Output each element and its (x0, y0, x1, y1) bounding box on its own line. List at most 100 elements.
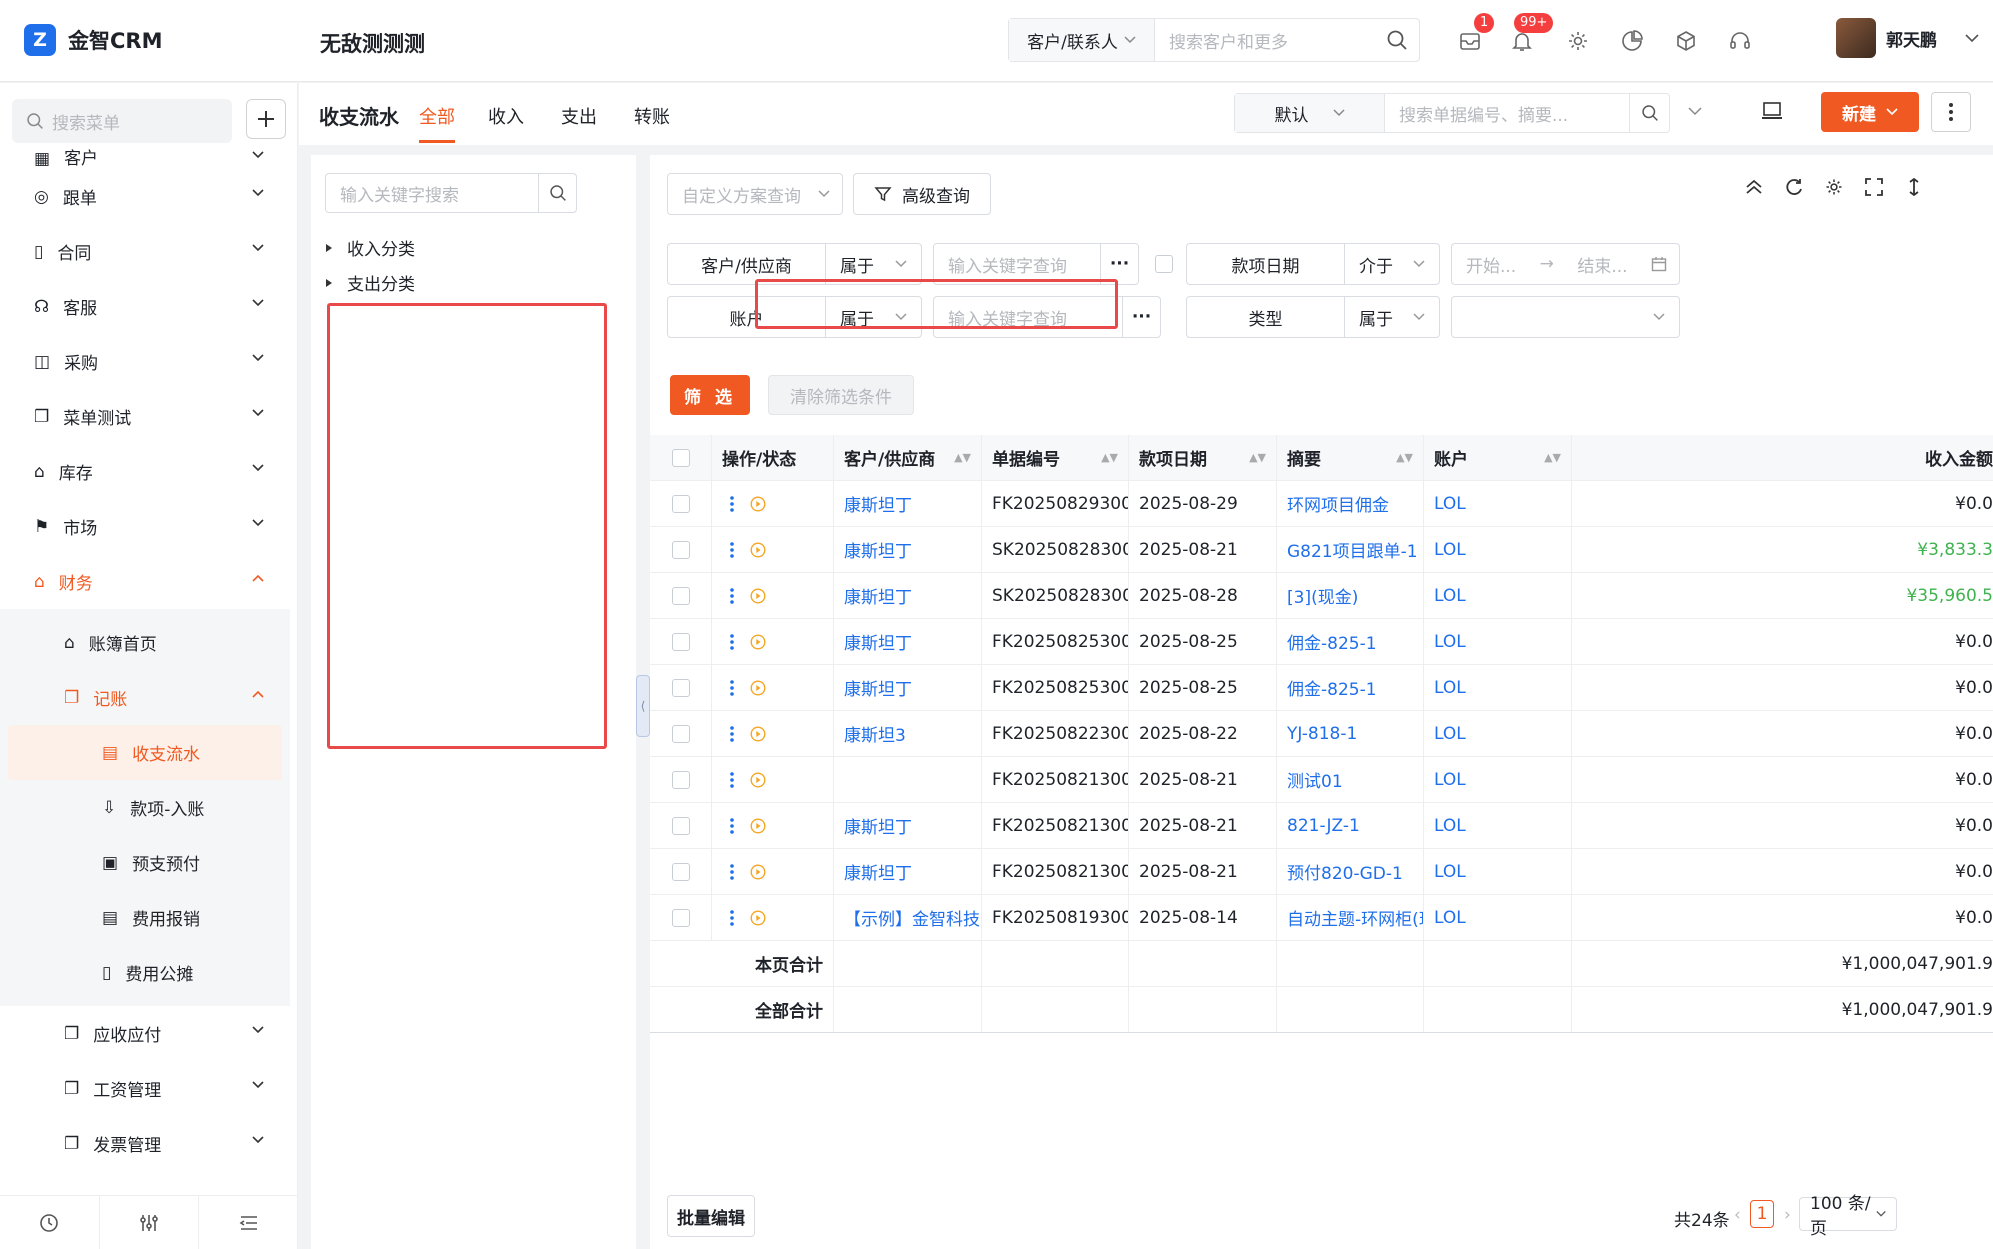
sidebar-item-finance[interactable]: ⌂ 财务 (0, 554, 290, 609)
tree-search-input[interactable]: 输入关键字搜索 (326, 181, 538, 206)
headset-icon[interactable] (1726, 27, 1754, 55)
search-scope-select[interactable]: 客户/联系人 (1009, 19, 1155, 61)
refresh-icon[interactable] (1784, 177, 1804, 197)
col-header-account[interactable]: 账户 ▲▼ (1424, 435, 1572, 480)
sidebar-item-income-expense-flow[interactable]: ▤ 收支流水 (8, 725, 282, 780)
user-menu[interactable]: 郭天鹏 (1836, 18, 1979, 58)
col-header-summary[interactable]: 摘要 ▲▼ (1277, 435, 1424, 480)
task-icon[interactable]: 1 (1456, 13, 1495, 55)
settings-sliders-icon[interactable] (100, 1196, 200, 1249)
gear-icon[interactable] (1824, 177, 1844, 197)
collapse-menu-icon[interactable] (199, 1196, 297, 1249)
next-page-icon[interactable]: › (1784, 1205, 1791, 1225)
customer-cell[interactable]: 康斯坦丁 (834, 849, 982, 894)
row-height-icon[interactable] (1904, 177, 1924, 197)
status-play-icon[interactable] (750, 495, 766, 512)
more-vertical-icon[interactable] (730, 541, 734, 558)
table-row[interactable]: 康斯坦3 FK202508223001 2025-08-22 YJ-818-1 LOL ¥… (650, 711, 1993, 757)
sidebar-item-market[interactable]: ⚑ 市场 (0, 499, 290, 554)
account-cell[interactable]: LOL (1424, 757, 1572, 802)
account-cell[interactable]: LOL (1424, 527, 1572, 572)
tab-all[interactable]: 全部 (419, 103, 455, 143)
sidebar-item-expense-claim[interactable]: ▤ 费用报销 (8, 890, 282, 945)
account-cell[interactable]: LOL (1424, 573, 1572, 618)
customer-cell[interactable]: 康斯坦3 (834, 711, 982, 756)
tree-node-expense-category[interactable]: 支出分类 (325, 270, 415, 295)
row-checkbox[interactable] (671, 724, 690, 743)
global-search-input[interactable]: 搜索客户和更多 (1155, 28, 1375, 53)
bell-icon[interactable]: 99+ (1508, 13, 1554, 55)
date-range-picker[interactable]: 开始... → 结束... (1451, 243, 1680, 285)
advanced-query-button[interactable]: 高级查询 (853, 173, 991, 215)
customer-cell[interactable]: 康斯坦丁 (834, 803, 982, 848)
sidebar-item-invoice[interactable]: ❐ 发票管理 (0, 1116, 290, 1171)
type-value-select[interactable] (1451, 296, 1680, 338)
current-page-button[interactable]: 1 (1750, 1200, 1774, 1228)
more-vertical-icon[interactable] (730, 725, 734, 742)
add-menu-button[interactable] (246, 99, 286, 139)
document-search-input[interactable]: 搜索单据编号、摘要... (1385, 101, 1629, 126)
summary-cell[interactable]: 测试01 (1277, 757, 1424, 802)
sidebar-item-inventory[interactable]: ⌂ 库存 (0, 444, 290, 499)
status-play-icon[interactable] (750, 725, 766, 742)
company-name[interactable]: 无敌测测测 (320, 28, 425, 58)
account-cell[interactable]: LOL (1424, 711, 1572, 756)
select-all-checkbox[interactable] (671, 448, 690, 467)
batch-edit-button[interactable]: 批量编辑 (667, 1195, 755, 1237)
col-header-doc[interactable]: 单据编号 ▲▼ (982, 435, 1129, 480)
tab-expense[interactable]: 支出 (561, 103, 597, 129)
summary-cell[interactable]: 自动主题-环网柜(现... (1277, 895, 1424, 940)
sidebar-item-bookkeeping[interactable]: ❐ 记账 (0, 670, 290, 725)
status-play-icon[interactable] (750, 587, 766, 604)
customer-cell[interactable] (834, 757, 982, 802)
cube-icon[interactable] (1672, 27, 1700, 55)
table-row[interactable]: 康斯坦丁 FK202508293001 2025-08-29 环网项目佣金 LOL ¥0.… (650, 481, 1993, 527)
row-checkbox[interactable] (671, 770, 690, 789)
new-button[interactable]: 新建 (1821, 92, 1919, 132)
report-pie-icon[interactable] (1618, 27, 1646, 55)
customer-cell[interactable]: 【示例】金智科技... (834, 895, 982, 940)
search-icon[interactable] (1629, 94, 1669, 132)
app-logo[interactable]: Z 金智CRM (24, 24, 162, 56)
more-vertical-icon[interactable] (730, 587, 734, 604)
gear-icon[interactable] (1564, 27, 1592, 55)
table-row[interactable]: 【示例】金智科技... FK202508193001 2025-08-14 自动主题-… (650, 895, 1993, 941)
customer-cell[interactable]: 康斯坦丁 (834, 665, 982, 710)
account-cell[interactable]: LOL (1424, 895, 1572, 940)
more-vertical-icon[interactable] (730, 909, 734, 926)
status-play-icon[interactable] (750, 909, 766, 926)
row-checkbox[interactable] (671, 816, 690, 835)
more-vertical-icon[interactable] (730, 817, 734, 834)
more-options-button[interactable] (1931, 92, 1971, 132)
sidebar-item-service[interactable]: ☊ 客服 (0, 279, 290, 334)
search-icon[interactable] (1375, 29, 1419, 51)
view-select[interactable]: 默认 (1235, 94, 1385, 132)
status-play-icon[interactable] (750, 633, 766, 650)
sidebar-item-customer[interactable]: ▦ 客户 (0, 141, 290, 169)
panel-collapse-handle[interactable]: ⟨ (636, 675, 650, 737)
table-row[interactable]: 康斯坦丁 SK202508283001 2025-08-28 [3](现金) LOL ¥3… (650, 573, 1993, 619)
custom-query-select[interactable]: 自定义方案查询 (667, 173, 843, 215)
fullscreen-icon[interactable] (1864, 177, 1884, 197)
account-cell[interactable]: LOL (1424, 619, 1572, 664)
customer-cell[interactable]: 康斯坦丁 (834, 527, 982, 572)
table-row[interactable]: 康斯坦丁 FK202508253001 2025-08-25 佣金-825-1 LOL ¥… (650, 665, 1993, 711)
status-play-icon[interactable] (750, 771, 766, 788)
status-play-icon[interactable] (750, 541, 766, 558)
customer-cell[interactable]: 康斯坦丁 (834, 619, 982, 664)
summary-cell[interactable]: YJ-818-1 (1277, 711, 1424, 756)
sidebar-item-follow[interactable]: ◎ 跟单 (0, 169, 290, 224)
tab-income[interactable]: 收入 (488, 103, 524, 129)
collapse-up-icon[interactable] (1744, 177, 1764, 197)
sidebar-item-payroll[interactable]: ❐ 工资管理 (0, 1061, 290, 1116)
row-checkbox[interactable] (671, 678, 690, 697)
row-checkbox[interactable] (671, 862, 690, 881)
search-icon[interactable] (538, 174, 576, 212)
prev-page-icon[interactable]: ‹ (1734, 1205, 1741, 1225)
chevron-down-icon[interactable] (1688, 107, 1702, 116)
summary-cell[interactable]: 佣金-825-1 (1277, 665, 1424, 710)
sidebar-item-contract[interactable]: ▯ 合同 (0, 224, 290, 279)
status-play-icon[interactable] (750, 679, 766, 696)
customer-cell[interactable]: 康斯坦丁 (834, 481, 982, 526)
sidebar-item-purchase[interactable]: ◫ 采购 (0, 334, 290, 389)
